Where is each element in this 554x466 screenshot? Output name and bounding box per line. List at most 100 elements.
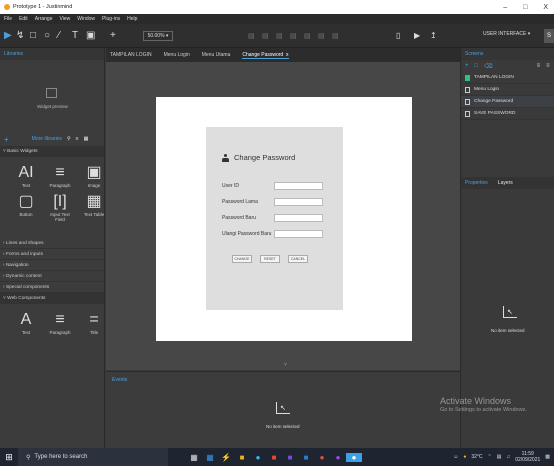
menu-edit[interactable]: Edit [19, 16, 28, 22]
chrome-browser-icon[interactable]: ● [314, 453, 330, 462]
libraries-header[interactable]: Libraries [0, 48, 104, 60]
section-navigation[interactable]: › Navigation [0, 260, 104, 271]
tab-menu-utama[interactable]: Menu Utama [202, 52, 231, 58]
section-web-components[interactable]: ˅ Web Components [0, 293, 104, 304]
user-id-input[interactable] [274, 182, 323, 190]
section-dynamic-content[interactable]: › Dynamic content [0, 271, 104, 282]
cancel-button[interactable]: CANCEL [288, 255, 308, 263]
collapse-chevron-icon[interactable]: ˅ [284, 362, 287, 368]
notification-icon[interactable]: ▩ [545, 454, 550, 460]
tab-properties[interactable]: Properties [465, 180, 488, 186]
menu-help[interactable]: Help [127, 16, 137, 22]
pen-tool-icon[interactable]: ↯ [16, 30, 24, 41]
tab-change-password[interactable]: Change Password x [242, 52, 289, 59]
maximize-button[interactable]: □ [523, 4, 527, 11]
add-library-icon[interactable]: + [4, 135, 9, 144]
line-tool-icon[interactable]: ∕ [58, 30, 60, 41]
image-tool-icon[interactable]: ▣ [86, 30, 95, 41]
taskbar-search[interactable]: ⚲ Type here to search [18, 448, 168, 466]
grid-icon[interactable]: ▦ [84, 136, 89, 142]
weather-icon[interactable]: ● [463, 454, 466, 460]
ulangi-password-input[interactable] [274, 230, 323, 238]
close-button[interactable]: X [543, 4, 548, 11]
group-icon[interactable]: ▤ [318, 32, 325, 40]
bolt-app-icon[interactable]: ⚡ [218, 453, 234, 462]
calculator-app-icon[interactable]: ▦ [202, 453, 218, 462]
events-tab[interactable]: Events [112, 377, 127, 383]
ungroup-icon[interactable]: ▤ [332, 32, 339, 40]
tab-layers[interactable]: Layers [498, 180, 513, 186]
widget-image[interactable]: ▣ Image [81, 163, 107, 188]
share-icon[interactable]: ↥ [430, 31, 437, 40]
menu-arrange[interactable]: Arrange [35, 16, 53, 22]
clock[interactable]: 11:59 02/09/2021 [515, 451, 540, 463]
device-icon[interactable]: ▯ [396, 31, 400, 40]
text-tool-icon[interactable]: T [72, 30, 78, 41]
align-left-icon[interactable]: ▤ [248, 32, 255, 40]
align-top-icon[interactable]: ▤ [290, 32, 297, 40]
distribute-icon[interactable]: ▤ [304, 32, 311, 40]
widget-text[interactable]: AI Text [13, 163, 39, 188]
change-password-card[interactable]: Change Password User ID Password Lama Pa… [206, 127, 343, 310]
sound-icon[interactable]: ♫ [506, 454, 510, 460]
delete-screen-icon[interactable]: ⌫ [484, 63, 492, 70]
screen-item-tampilan-login[interactable]: TAMPILAN LOGIN [461, 72, 554, 84]
web-widget-paragraph[interactable]: ≡ Paragraph [47, 310, 73, 335]
screen-item-change-password[interactable]: Change Password [461, 96, 554, 108]
menu-window[interactable]: Window [77, 16, 95, 22]
edge-browser-icon[interactable]: ● [250, 453, 266, 462]
ellipse-tool-icon[interactable]: ○ [44, 30, 50, 41]
tab-tampilan-login[interactable]: TAMPILAN LOGIN [110, 52, 152, 58]
password-lama-input[interactable] [274, 198, 323, 206]
office-app-icon[interactable]: ■ [266, 453, 282, 462]
screen-item-save-password[interactable]: SAVE PASSWORD [461, 108, 554, 120]
menu-plugins[interactable]: Plug-ins [102, 16, 120, 22]
widget-button[interactable]: ▢ Button [13, 192, 39, 222]
network-icon[interactable]: ▤ [497, 454, 502, 460]
widget-input-text-field[interactable]: [I] Input Text Field [47, 192, 73, 222]
user-interface-button[interactable]: USER INTERFACE ▾ [483, 31, 530, 37]
menu-file[interactable]: File [4, 16, 12, 22]
screen-item-menu-login[interactable]: Menu Login [461, 84, 554, 96]
widget-paragraph[interactable]: ≡ Paragraph [47, 163, 73, 188]
section-lines-shapes[interactable]: › Lines and shapes [0, 238, 104, 249]
tree-view-icon[interactable]: ≡ [546, 63, 550, 69]
user-avatar[interactable]: S [544, 29, 554, 43]
minimize-button[interactable]: – [503, 4, 507, 11]
section-special-components[interactable]: › Special components [0, 282, 104, 293]
task-view-icon[interactable]: ▦ [186, 453, 202, 462]
simulate-play-icon[interactable]: ▶ [414, 31, 420, 40]
list-icon[interactable]: ≡ [76, 136, 79, 142]
section-forms-inputs[interactable]: › Forms and inputs [0, 249, 104, 260]
tray-chevron-icon[interactable]: ⌃ [488, 454, 492, 460]
people-icon[interactable]: ☺ [453, 454, 458, 460]
list-view-icon[interactable]: ≡ [537, 63, 541, 69]
web-widget-text[interactable]: A Text [13, 310, 39, 335]
media-app-icon[interactable]: ■ [282, 453, 298, 462]
purple-app-icon[interactable]: ● [330, 453, 346, 462]
reset-button[interactable]: RESET [260, 255, 280, 263]
password-baru-input[interactable] [274, 214, 323, 222]
zoom-select[interactable]: 50.00% ▾ [143, 31, 173, 41]
menu-view[interactable]: View [59, 16, 70, 22]
screens-header[interactable]: Screens [461, 48, 554, 60]
rectangle-tool-icon[interactable]: □ [30, 30, 36, 41]
word-app-icon[interactable]: ■ [298, 453, 314, 462]
pointer-tool-icon[interactable]: ▶ [4, 30, 12, 41]
align-center-icon[interactable]: ▤ [262, 32, 269, 40]
file-explorer-icon[interactable]: ■ [234, 453, 250, 462]
change-button[interactable]: CHANGE [232, 255, 252, 263]
add-folder-icon[interactable]: □ [475, 63, 479, 69]
align-right-icon[interactable]: ▤ [276, 32, 283, 40]
artboard[interactable]: Change Password User ID Password Lama Pa… [156, 97, 412, 341]
tab-close-icon[interactable]: x [286, 52, 289, 58]
justinmind-app-icon[interactable]: ● [346, 452, 362, 462]
windows-start-icon[interactable]: ⊞ [0, 452, 18, 463]
tab-menu-login[interactable]: Menu Login [164, 52, 190, 58]
search-icon[interactable]: ⚲ [67, 136, 71, 142]
add-screen-icon[interactable]: + [465, 63, 469, 69]
section-basic-widgets[interactable]: ˅ Basic Widgets [0, 146, 104, 157]
web-widget-title[interactable]: = Title [81, 310, 107, 335]
more-libraries-link[interactable]: More libraries [32, 136, 62, 142]
add-icon[interactable]: + [110, 30, 116, 41]
